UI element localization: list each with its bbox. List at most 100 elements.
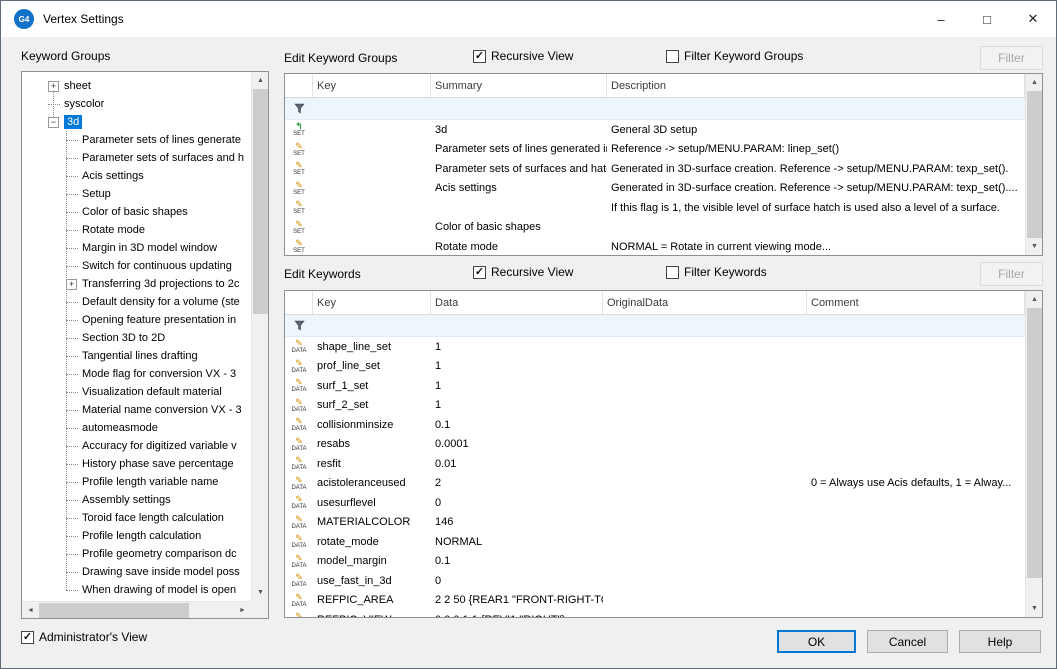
tree-item-drawing-save-inside-model-poss[interactable]: Drawing save inside model poss <box>22 563 251 581</box>
keyword-groups-tree[interactable]: +sheetsyscolor−3dParameter sets of lines… <box>21 71 269 619</box>
keywords-table-row[interactable]: ✎DATAsurf_2_set1 <box>285 396 1025 416</box>
tree-item-mode-flag-for-conversion-vx-3[interactable]: Mode flag for conversion VX - 3 <box>22 365 251 383</box>
tree-item-parameter-sets-of-lines-generate[interactable]: Parameter sets of lines generate <box>22 131 251 149</box>
column-header-data[interactable]: Data <box>431 291 603 314</box>
scroll-left-button[interactable]: ◄ <box>22 602 39 619</box>
comment-cell[interactable] <box>807 591 1025 611</box>
data-cell[interactable]: 2 2 50 {REAR1 "FRONT-RIGHT-TOP"} <box>431 591 603 611</box>
originaldata-cell[interactable] <box>603 571 807 591</box>
tree-item-default-density-for-a-volume-ste[interactable]: Default density for a volume (ste <box>22 293 251 311</box>
keywords-table-row[interactable]: ✎DATAREFPIC_AREA2 2 50 {REAR1 "FRONT-RIG… <box>285 591 1025 611</box>
comment-cell[interactable]: 0 = Always use Acis defaults, 1 = Alway.… <box>807 474 1025 494</box>
comment-cell[interactable] <box>807 454 1025 474</box>
comment-cell[interactable] <box>807 357 1025 377</box>
data-cell[interactable]: 1 <box>431 396 603 416</box>
comment-cell[interactable] <box>807 552 1025 572</box>
groups-table-row[interactable]: ✎SETParameter sets of surfaces and hatch… <box>285 159 1025 179</box>
description-cell[interactable]: Reference -> setup/MENU.PARAM: linep_set… <box>607 140 1025 160</box>
originaldata-cell[interactable] <box>603 532 807 552</box>
key-cell[interactable] <box>313 237 431 255</box>
scrollbar-thumb[interactable] <box>39 603 189 618</box>
summary-cell[interactable]: Rotate mode <box>431 237 607 255</box>
summary-cell[interactable]: Parameter sets of lines generated in 3D.… <box>431 140 607 160</box>
tree-item-history-phase-save-percentage[interactable]: History phase save percentage <box>22 455 251 473</box>
tree-item-switch-for-continuous-updating[interactable]: Switch for continuous updating <box>22 257 251 275</box>
tree-item-acis-settings[interactable]: Acis settings <box>22 167 251 185</box>
data-cell[interactable]: 0 <box>431 493 603 513</box>
scroll-down-button[interactable]: ▼ <box>1026 238 1043 255</box>
originaldata-cell[interactable] <box>603 415 807 435</box>
key-cell[interactable]: rotate_mode <box>313 532 431 552</box>
tree-item-color-of-basic-shapes[interactable]: Color of basic shapes <box>22 203 251 221</box>
tree-item-material-name-conversion-vx-3[interactable]: Material name conversion VX - 3 <box>22 401 251 419</box>
tree-item-3d[interactable]: −3d <box>22 113 251 131</box>
key-cell[interactable]: use_fast_in_3d <box>313 571 431 591</box>
comment-cell[interactable] <box>807 571 1025 591</box>
tree-item-accuracy-for-digitized-variable-v[interactable]: Accuracy for digitized variable v <box>22 437 251 455</box>
tree-item-section-3d-to-2d[interactable]: Section 3D to 2D <box>22 329 251 347</box>
originaldata-cell[interactable] <box>603 357 807 377</box>
key-cell[interactable] <box>313 120 431 140</box>
keywords-table-row[interactable]: ✎DATAshape_line_set1 <box>285 337 1025 357</box>
ok-button[interactable]: OK <box>777 630 856 653</box>
column-header-description[interactable]: Description <box>607 74 1025 97</box>
comment-cell[interactable] <box>807 415 1025 435</box>
key-cell[interactable]: resfit <box>313 454 431 474</box>
tree-item-visualization-default-material[interactable]: Visualization default material <box>22 383 251 401</box>
data-cell[interactable]: 0 <box>431 571 603 591</box>
originaldata-cell[interactable] <box>603 591 807 611</box>
column-header-comment[interactable]: Comment <box>807 291 1025 314</box>
originaldata-cell[interactable] <box>603 552 807 572</box>
keywords-table-row[interactable]: ✎DATAacistoleranceused20 = Always use Ac… <box>285 474 1025 494</box>
scrollbar-thumb[interactable] <box>1027 91 1042 238</box>
originaldata-cell[interactable] <box>603 435 807 455</box>
keywords-table-row[interactable]: ✎DATAmodel_margin0.1 <box>285 552 1025 572</box>
column-header-originaldata[interactable]: OriginalData <box>603 291 807 314</box>
groups-table-row[interactable]: ✎SETColor of basic shapes <box>285 218 1025 238</box>
data-cell[interactable]: 0 0 0 1 1 {REVI1 "RIGHT"} <box>431 610 603 617</box>
filter-description-cell[interactable] <box>607 98 1025 119</box>
scrollbar-thumb[interactable] <box>1027 308 1042 578</box>
description-cell[interactable] <box>607 218 1025 238</box>
filter-summary-cell[interactable] <box>431 98 607 119</box>
administrators-view-checkbox[interactable]: Administrator's View <box>21 630 147 644</box>
filter-groups-button[interactable]: Filter <box>980 46 1043 70</box>
tree-item-automeasmode[interactable]: automeasmode <box>22 419 251 437</box>
filter-key-cell[interactable] <box>313 98 431 119</box>
key-cell[interactable]: usesurflevel <box>313 493 431 513</box>
data-cell[interactable]: 1 <box>431 376 603 396</box>
scroll-down-button[interactable]: ▼ <box>252 584 269 601</box>
comment-cell[interactable] <box>807 532 1025 552</box>
recursive-view-keywords-checkbox[interactable]: Recursive View <box>473 265 573 279</box>
groups-table-row[interactable]: ↰SET3dGeneral 3D setup <box>285 120 1025 140</box>
key-cell[interactable] <box>313 140 431 160</box>
originaldata-cell[interactable] <box>603 337 807 357</box>
description-cell[interactable]: Generated in 3D-surface creation. Refere… <box>607 159 1025 179</box>
filter-data-cell[interactable] <box>431 315 603 336</box>
data-cell[interactable]: 0.1 <box>431 552 603 572</box>
tree-item-profile-length-variable-name[interactable]: Profile length variable name <box>22 473 251 491</box>
column-header-icon[interactable] <box>285 74 313 97</box>
key-cell[interactable]: shape_line_set <box>313 337 431 357</box>
originaldata-cell[interactable] <box>603 610 807 617</box>
data-cell[interactable]: 0.0001 <box>431 435 603 455</box>
scroll-up-button[interactable]: ▲ <box>1026 291 1043 308</box>
originaldata-cell[interactable] <box>603 396 807 416</box>
summary-cell[interactable]: Acis settings <box>431 179 607 199</box>
tree-item-sheet[interactable]: +sheet <box>22 77 251 95</box>
keywords-table-row[interactable]: ✎DATAprof_line_set1 <box>285 357 1025 377</box>
originaldata-cell[interactable] <box>603 376 807 396</box>
keywords-table-row[interactable]: ✎DATArotate_modeNORMAL <box>285 532 1025 552</box>
comment-cell[interactable] <box>807 435 1025 455</box>
key-cell[interactable]: MATERIALCOLOR <box>313 513 431 533</box>
groups-table-row[interactable]: ✎SETRotate modeNORMAL = Rotate in curren… <box>285 237 1025 255</box>
keywords-vertical-scrollbar[interactable]: ▲ ▼ <box>1025 291 1042 617</box>
keywords-filter-row[interactable] <box>285 315 1025 337</box>
groups-table-row[interactable]: ✎SETIf this flag is 1, the visible level… <box>285 198 1025 218</box>
filter-comment-cell[interactable] <box>807 315 1025 336</box>
tree-item-setup[interactable]: Setup <box>22 185 251 203</box>
description-cell[interactable]: NORMAL = Rotate in current viewing mode.… <box>607 237 1025 255</box>
scrollbar-thumb[interactable] <box>253 89 268 314</box>
expand-icon[interactable]: + <box>48 81 59 92</box>
data-cell[interactable]: 1 <box>431 357 603 377</box>
